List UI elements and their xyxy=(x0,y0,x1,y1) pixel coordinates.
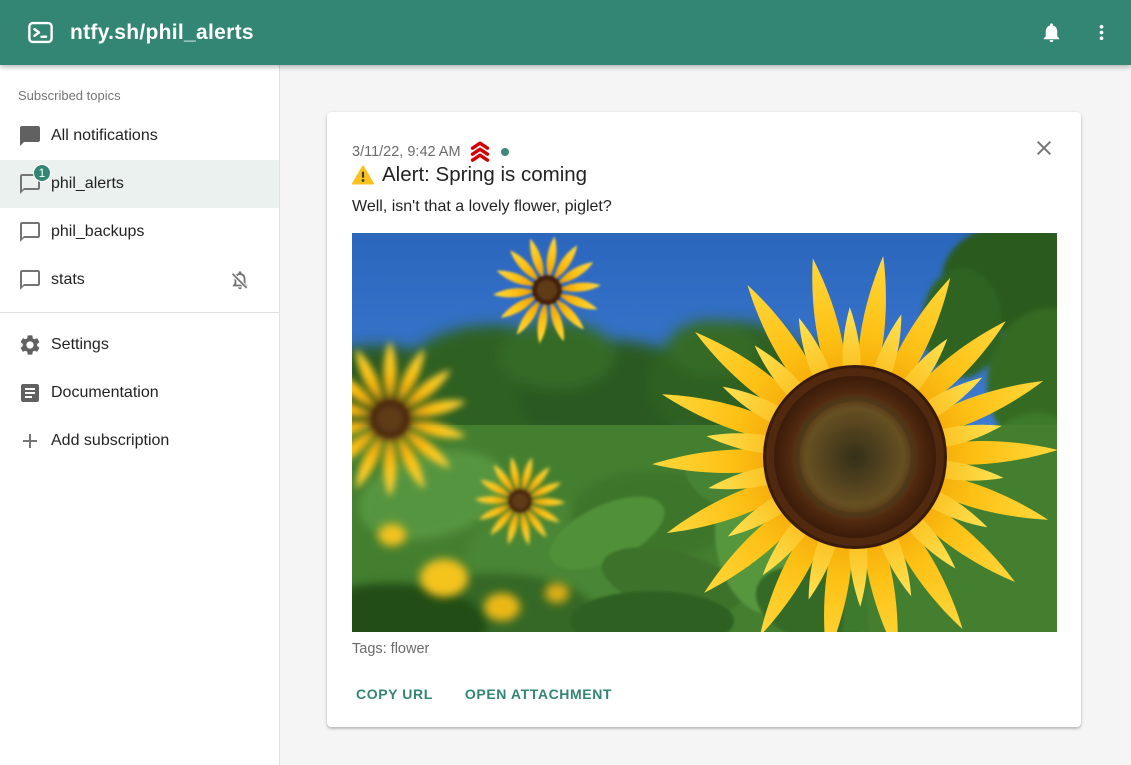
chat-bubble-outline-icon: 1 xyxy=(18,172,42,196)
gear-icon xyxy=(18,333,42,357)
sidebar: Subscribed topics All notifications 1 ph… xyxy=(0,65,280,765)
terminal-logo-icon xyxy=(26,18,55,47)
open-attachment-button[interactable]: OPEN ATTACHMENT xyxy=(461,678,616,710)
notification-body: Well, isn't that a lovely flower, piglet… xyxy=(352,198,612,216)
notification-card: 3/11/22, 9:42 AM Alert: Spring is coming… xyxy=(327,112,1081,727)
sidebar-item-label: Add subscription xyxy=(51,432,169,450)
notifications-off-icon[interactable] xyxy=(229,269,251,291)
page-title: ntfy.sh/phil_alerts xyxy=(70,21,254,45)
sidebar-item-all-notifications[interactable]: All notifications xyxy=(0,112,279,160)
sidebar-item-label: Documentation xyxy=(51,384,159,402)
sidebar-item-stats[interactable]: stats xyxy=(0,256,279,304)
more-vert-icon[interactable] xyxy=(1079,11,1123,55)
notification-title: Alert: Spring is coming xyxy=(352,163,587,187)
warning-emoji-icon xyxy=(352,164,374,186)
notification-actions: COPY URL OPEN ATTACHMENT xyxy=(352,678,616,710)
timestamp: 3/11/22, 9:42 AM xyxy=(352,144,461,160)
app-bar: ntfy.sh/phil_alerts xyxy=(0,0,1131,65)
sidebar-item-label: All notifications xyxy=(51,127,158,145)
chat-bubble-filled-icon xyxy=(18,124,42,148)
notification-title-text: Alert: Spring is coming xyxy=(382,163,587,187)
open-attachment-label: OPEN ATTACHMENT xyxy=(465,686,612,702)
sidebar-item-documentation[interactable]: Documentation xyxy=(0,369,279,417)
copy-url-label: COPY URL xyxy=(356,686,433,702)
sidebar-item-label: phil_backups xyxy=(51,223,144,241)
subscribed-topics-label: Subscribed topics xyxy=(0,65,279,112)
unread-dot xyxy=(501,148,509,156)
sidebar-item-add-subscription[interactable]: Add subscription xyxy=(0,417,279,465)
attachment-image[interactable] xyxy=(352,233,1057,632)
sidebar-divider xyxy=(0,312,279,313)
article-icon xyxy=(18,381,42,405)
sidebar-item-label: stats xyxy=(51,271,85,289)
copy-url-button[interactable]: COPY URL xyxy=(352,678,437,710)
sidebar-item-settings[interactable]: Settings xyxy=(0,321,279,369)
chat-bubble-outline-icon xyxy=(18,220,42,244)
plus-icon xyxy=(18,429,42,453)
notification-tags: Tags: flower xyxy=(352,641,429,657)
chat-bubble-outline-icon xyxy=(18,268,42,292)
sidebar-item-label: Settings xyxy=(51,336,109,354)
unread-count-badge: 1 xyxy=(33,164,51,182)
close-icon[interactable] xyxy=(1031,136,1057,162)
sidebar-item-phil-backups[interactable]: phil_backups xyxy=(0,208,279,256)
notifications-bell-icon[interactable] xyxy=(1029,11,1073,55)
priority-urgent-icon xyxy=(468,140,492,163)
sidebar-item-phil-alerts[interactable]: 1 phil_alerts xyxy=(0,160,279,208)
notification-meta: 3/11/22, 9:42 AM xyxy=(352,140,509,163)
sidebar-item-label: phil_alerts xyxy=(51,175,124,193)
